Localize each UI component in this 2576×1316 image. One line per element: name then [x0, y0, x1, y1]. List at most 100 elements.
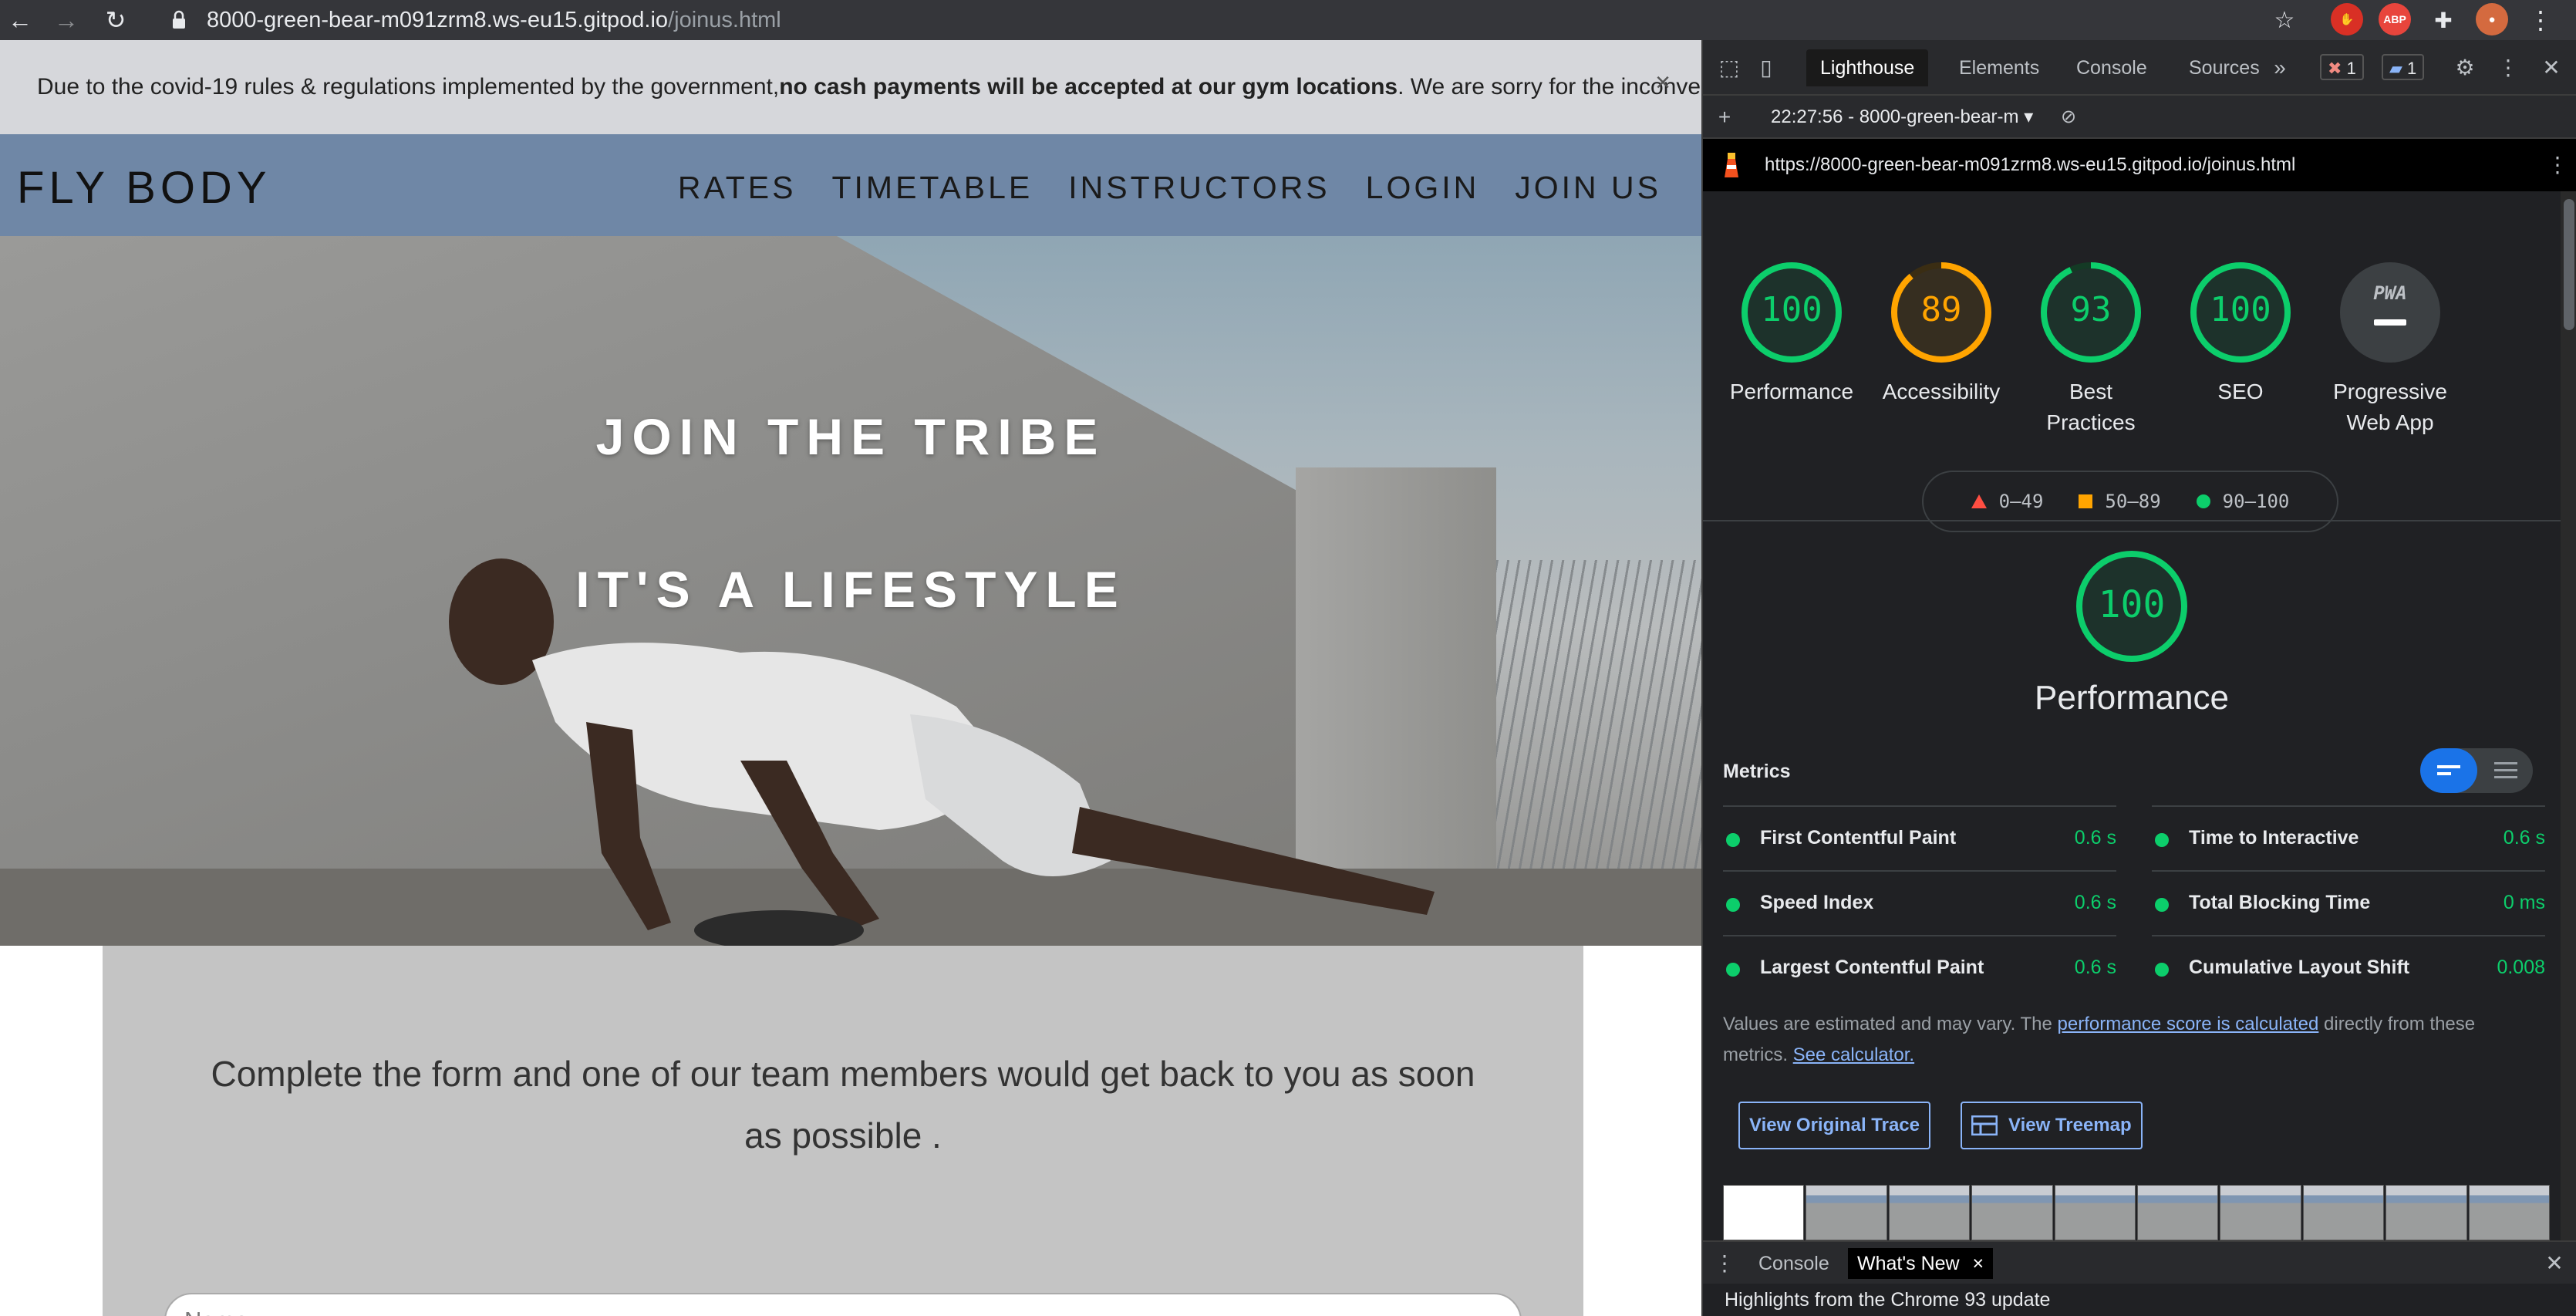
- compact-list-icon: [2437, 765, 2460, 775]
- legend-average: 50–89: [2079, 491, 2161, 512]
- metric-cumulative-layout-shift[interactable]: Cumulative Layout Shift 0.008: [2152, 935, 2545, 1000]
- square-average-icon: [2079, 494, 2093, 508]
- expanded-list-icon[interactable]: [2494, 762, 2517, 779]
- legend-average-range: 50–89: [2105, 491, 2161, 512]
- gauge-label: Best Practices: [2046, 380, 2136, 434]
- gauge-label: SEO: [2217, 380, 2264, 403]
- settings-gear-icon[interactable]: ⚙: [2451, 54, 2479, 82]
- metric-time-to-interactive[interactable]: Time to Interactive 0.6 s: [2152, 805, 2545, 870]
- gauge-seo[interactable]: 100 SEO: [2166, 261, 2315, 407]
- tab-elements[interactable]: Elements: [1945, 49, 2053, 86]
- metric-speed-index[interactable]: Speed Index 0.6 s: [1723, 870, 2116, 935]
- pass-dot-icon: [2155, 898, 2169, 912]
- filmstrip-frame: [2302, 1185, 2385, 1240]
- nav-timetable[interactable]: TIMETABLE: [832, 170, 1033, 206]
- metric-name: Cumulative Layout Shift: [2189, 957, 2410, 978]
- puzzle-extensions-icon[interactable]: ✚: [2426, 3, 2460, 37]
- treemap-icon: [1971, 1115, 1998, 1135]
- brand-logo[interactable]: FLY BODY: [17, 162, 271, 214]
- clear-reports-icon[interactable]: ⊘: [2055, 103, 2082, 131]
- url-host: 8000-green-bear-m091zrm8.ws-eu15.gitpod.…: [207, 8, 669, 32]
- circle-pass-icon: [2196, 494, 2210, 508]
- name-input[interactable]: [164, 1293, 1522, 1316]
- devtools-menu-icon[interactable]: ⋮: [2494, 54, 2522, 82]
- button-label: View Treemap: [2008, 1115, 2132, 1135]
- error-count: 1: [2346, 59, 2356, 78]
- error-icon: ✖: [2328, 59, 2342, 78]
- performance-title: Performance: [2035, 679, 2229, 717]
- tab-sources[interactable]: Sources: [2175, 49, 2274, 86]
- error-count-badge[interactable]: ✖ 1: [2320, 54, 2364, 80]
- view-original-trace-button[interactable]: View Original Trace: [1738, 1102, 1930, 1149]
- note-text-1: Values are estimated and may vary. The: [1723, 1014, 2058, 1034]
- nav-login[interactable]: LOGIN: [1366, 170, 1480, 206]
- metrics-view-toggle[interactable]: [2420, 748, 2533, 793]
- report-url[interactable]: https://8000-green-bear-m091zrm8.ws-eu15…: [1765, 150, 2295, 181]
- lock-icon: [173, 10, 185, 29]
- metric-name: Time to Interactive: [2189, 827, 2359, 849]
- banner-close-icon[interactable]: ×: [1655, 68, 1671, 98]
- score-calculated-link[interactable]: performance score is calculated: [2058, 1014, 2319, 1034]
- tab-console[interactable]: Console: [2062, 49, 2161, 86]
- filmstrip-frame: [2054, 1185, 2136, 1240]
- device-toolbar-icon[interactable]: ▯: [1752, 54, 1780, 82]
- metric-value: 0.6 s: [2503, 827, 2545, 849]
- report-menu-icon[interactable]: ⋮: [2544, 151, 2571, 179]
- profile-avatar[interactable]: ●: [2476, 3, 2508, 35]
- message-icon: ▰: [2389, 59, 2402, 78]
- screen: ← → ↻ 8000-green-bear-m091zrm8.ws-eu15.g…: [0, 0, 2576, 1316]
- score-gauges: 100 Performance 89 Accessibility 93 Best…: [1703, 191, 2561, 562]
- scrollbar-thumb[interactable]: [2564, 199, 2574, 330]
- close-devtools-icon[interactable]: ✕: [2537, 54, 2565, 82]
- nav-join-us[interactable]: JOIN US: [1515, 170, 1661, 206]
- metric-total-blocking-time[interactable]: Total Blocking Time 0 ms: [2152, 870, 2545, 935]
- nav-rates[interactable]: RATES: [678, 170, 797, 206]
- metric-largest-contentful-paint[interactable]: Largest Contentful Paint 0.6 s: [1723, 935, 2116, 1000]
- menu-kebab-icon[interactable]: ⋮: [2524, 3, 2557, 37]
- button-label: View Original Trace: [1749, 1115, 1920, 1135]
- filmstrip-frame: [2468, 1185, 2551, 1240]
- score-legend: 0–49 50–89 90–100: [1922, 471, 2338, 532]
- new-report-plus-icon[interactable]: +: [1711, 103, 1738, 131]
- address-bar[interactable]: 8000-green-bear-m091zrm8.ws-eu15.gitpod.…: [207, 5, 781, 35]
- back-arrow-icon[interactable]: ←: [3, 3, 37, 37]
- gauge-pwa[interactable]: PWA Progressive Web App: [2315, 261, 2465, 438]
- performance-gauge-large: 100: [2075, 549, 2189, 663]
- close-drawer-icon[interactable]: ✕: [2541, 1250, 2568, 1277]
- close-tab-icon[interactable]: ×: [1973, 1253, 1984, 1274]
- gauge-label: Performance: [1729, 380, 1854, 403]
- metric-name: First Contentful Paint: [1760, 827, 1957, 849]
- adblock-extension-icon[interactable]: ABP: [2379, 3, 2411, 35]
- nav-instructors[interactable]: INSTRUCTORS: [1068, 170, 1330, 206]
- tab-lighthouse[interactable]: Lighthouse: [1806, 49, 1929, 86]
- drawer-tab-whats-new[interactable]: What's New ×: [1848, 1248, 1994, 1279]
- filmstrip-frame: [1971, 1185, 2053, 1240]
- view-treemap-button[interactable]: View Treemap: [1961, 1102, 2143, 1149]
- gauge-value: 100: [2210, 290, 2271, 329]
- inspect-element-icon[interactable]: ⬚: [1715, 54, 1743, 82]
- banner-text-before: Due to the covid-19 rules & regulations …: [37, 74, 780, 100]
- gauge-performance[interactable]: 100 Performance: [1717, 261, 1866, 407]
- filmstrip-frame: [2137, 1185, 2219, 1240]
- hand-extension-icon[interactable]: ✋: [2331, 3, 2363, 35]
- bookmark-star-icon[interactable]: ☆: [2267, 3, 2301, 37]
- devtools-panel: ⬚ ▯ Lighthouse Elements Console Sources …: [1701, 40, 2576, 1316]
- more-tabs-icon[interactable]: »: [2266, 54, 2294, 82]
- report-scrollbar[interactable]: [2561, 191, 2576, 1248]
- covid-notice-banner: Due to the covid-19 rules & regulations …: [0, 40, 1701, 134]
- url-path: /joinus.html: [668, 8, 781, 32]
- compact-view-button[interactable]: [2420, 748, 2477, 793]
- drawer-menu-icon[interactable]: ⋮: [1711, 1250, 1738, 1277]
- see-calculator-link[interactable]: See calculator.: [1793, 1044, 1914, 1065]
- message-count-badge[interactable]: ▰ 1: [2382, 54, 2425, 80]
- drawer-tab-console[interactable]: Console: [1749, 1248, 1839, 1279]
- gauge-best-practices[interactable]: 93 Best Practices: [2016, 261, 2166, 438]
- metric-name: Total Blocking Time: [2189, 892, 2371, 913]
- triangle-fail-icon: [1971, 494, 1987, 508]
- gauge-accessibility[interactable]: 89 Accessibility: [1866, 261, 2016, 407]
- reload-icon[interactable]: ↻: [99, 3, 133, 37]
- report-selector[interactable]: 22:27:56 - 8000-green-bear-m ▾: [1771, 103, 2033, 131]
- forward-arrow-icon[interactable]: →: [49, 3, 83, 37]
- pwa-badge-icon: [2340, 262, 2440, 363]
- metric-first-contentful-paint[interactable]: First Contentful Paint 0.6 s: [1723, 805, 2116, 870]
